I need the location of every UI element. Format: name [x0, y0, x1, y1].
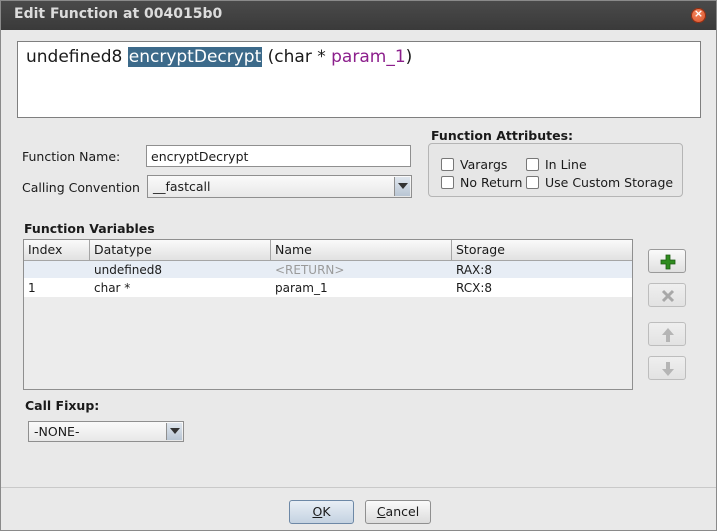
function-attributes-panel: Varargs In Line No Return Use Custom Sto… [428, 143, 683, 197]
add-parameter-button[interactable] [648, 249, 686, 273]
custom-storage-checkbox[interactable]: Use Custom Storage [526, 175, 673, 190]
header-datatype[interactable]: Datatype [90, 240, 271, 260]
cell-datatype[interactable]: undefined8 [90, 261, 162, 279]
calling-convention-select[interactable]: __fastcall [147, 175, 412, 198]
title-bar: Edit Function at 004015b0 × [1, 1, 716, 30]
footer-divider [1, 487, 716, 488]
close-icon: × [693, 7, 704, 20]
signature-function-name: encryptDecrypt [127, 47, 263, 67]
function-attributes-title: Function Attributes: [431, 128, 574, 143]
cancel-label-rest: ancel [385, 504, 420, 519]
varargs-checkbox[interactable]: Varargs [441, 157, 507, 172]
cancel-button[interactable]: Cancel [365, 500, 431, 524]
table-row[interactable]: 1 char * param_1 RCX:8 [24, 279, 632, 297]
signature-open: (char * [267, 47, 332, 67]
varargs-label: Varargs [460, 157, 508, 172]
chevron-down-icon [394, 177, 410, 196]
move-up-button[interactable] [648, 322, 686, 346]
header-name[interactable]: Name [271, 240, 452, 260]
table-row[interactable]: undefined8 <RETURN> RAX:8 [24, 261, 632, 279]
signature-line: undefined8 encryptDecrypt (char * param_… [26, 47, 412, 67]
call-fixup-label: Call Fixup: [25, 398, 100, 413]
custom-storage-label: Use Custom Storage [545, 175, 674, 190]
arrow-up-icon [662, 328, 674, 342]
signature-return-type: undefined8 [26, 47, 123, 67]
cell-storage[interactable]: RAX:8 [452, 261, 492, 279]
inline-label: In Line [545, 157, 587, 172]
chevron-down-icon [166, 423, 182, 440]
varargs-box[interactable] [441, 158, 454, 171]
no-return-checkbox[interactable]: No Return [441, 175, 522, 190]
edit-function-dialog: Edit Function at 004015b0 × undefined8 e… [0, 0, 717, 531]
inline-box[interactable] [526, 158, 539, 171]
remove-icon [661, 289, 675, 303]
cell-index [24, 261, 28, 279]
function-name-input[interactable]: encryptDecrypt [146, 145, 411, 167]
function-variables-title: Function Variables [24, 221, 155, 236]
remove-parameter-button[interactable] [648, 283, 686, 307]
call-fixup-select[interactable]: -NONE- [28, 421, 184, 442]
cell-name[interactable]: <RETURN> [271, 261, 344, 279]
inline-checkbox[interactable]: In Line [526, 157, 587, 172]
custom-storage-box[interactable] [526, 176, 539, 189]
no-return-box[interactable] [441, 176, 454, 189]
header-index[interactable]: Index [24, 240, 90, 260]
cancel-mnemonic: C [376, 504, 386, 519]
signature-close: ) [405, 47, 413, 67]
signature-param: param_1 [331, 47, 406, 67]
window-title: Edit Function at 004015b0 [14, 6, 223, 22]
close-button[interactable]: × [691, 7, 706, 23]
header-storage[interactable]: Storage [452, 240, 632, 260]
cell-index: 1 [28, 281, 36, 295]
calling-convention-value: __fastcall [153, 179, 211, 194]
cell-storage[interactable]: RCX:8 [452, 279, 492, 297]
function-name-label: Function Name: [22, 149, 121, 164]
ok-mnemonic: O [312, 504, 323, 519]
signature-editor[interactable]: undefined8 encryptDecrypt (char * param_… [17, 41, 701, 118]
call-fixup-value: -NONE- [34, 424, 80, 439]
add-icon [660, 254, 676, 270]
table-header: Index Datatype Name Storage [24, 240, 632, 261]
arrow-down-icon [662, 362, 674, 376]
cell-name[interactable]: param_1 [271, 279, 328, 297]
function-variables-table: Index Datatype Name Storage undefined8 <… [23, 239, 633, 390]
no-return-label: No Return [460, 175, 523, 190]
ok-label-rest: K [322, 504, 331, 519]
cell-datatype[interactable]: char * [90, 279, 130, 297]
ok-button[interactable]: OK [289, 500, 354, 524]
move-down-button[interactable] [648, 356, 686, 380]
calling-convention-label: Calling Convention [22, 180, 140, 195]
